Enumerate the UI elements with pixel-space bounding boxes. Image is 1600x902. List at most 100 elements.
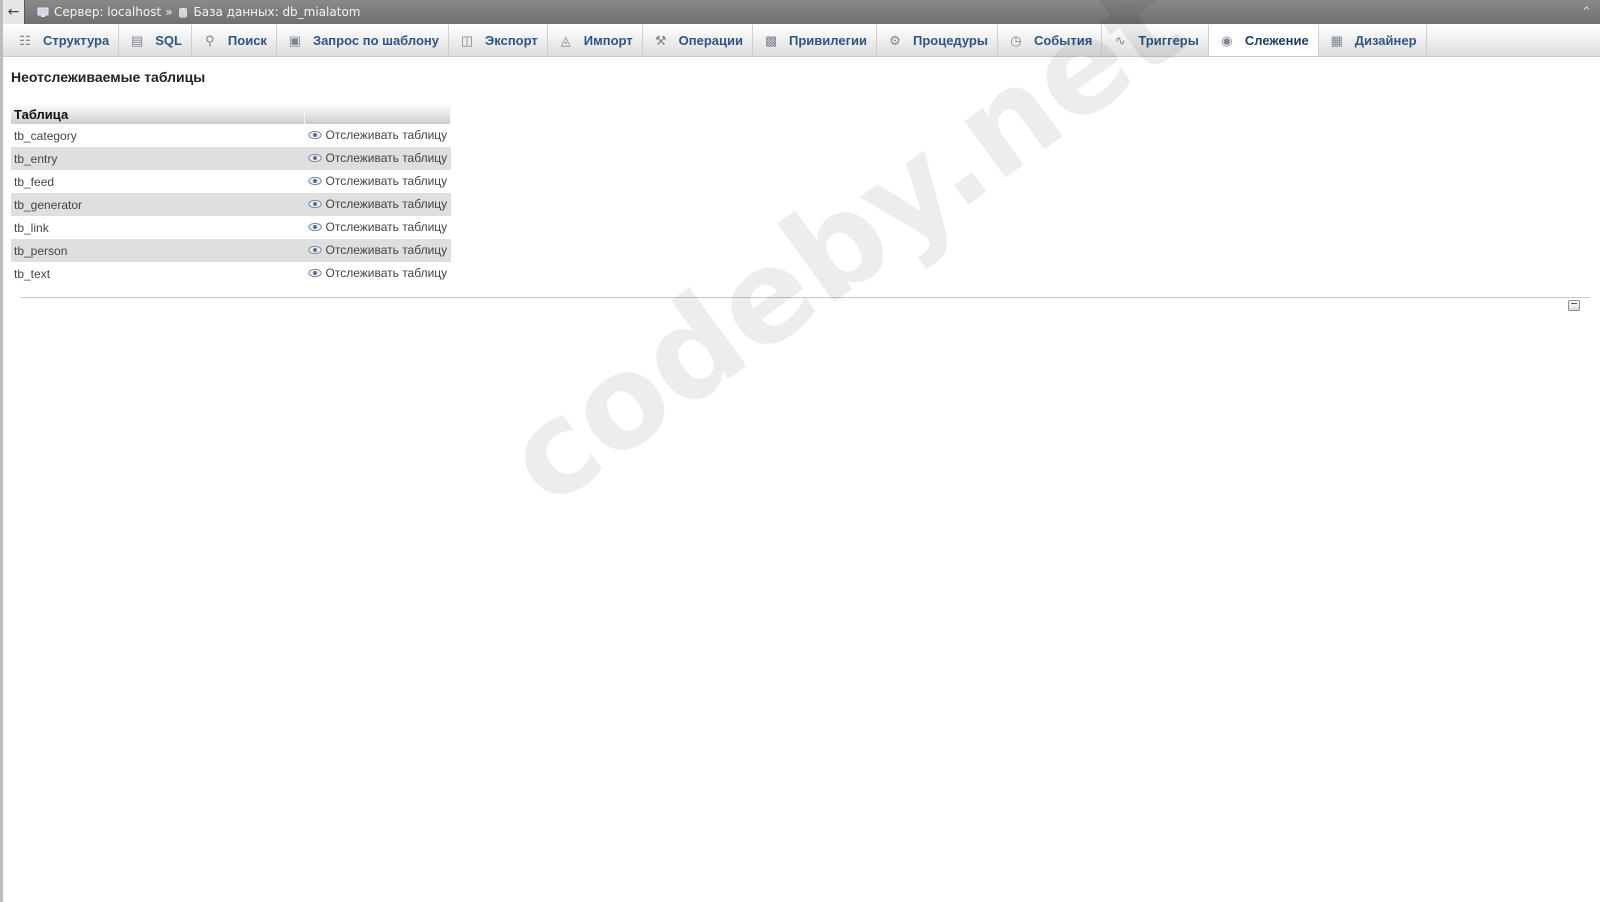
eye-icon: ◉ bbox=[1221, 32, 1233, 48]
structure-icon: ☷ bbox=[19, 32, 31, 48]
eye-icon bbox=[307, 199, 322, 209]
action-cell: Отслеживать таблицу bbox=[304, 147, 451, 170]
section-divider bbox=[20, 297, 1590, 298]
action-cell: Отслеживать таблицу bbox=[304, 124, 451, 147]
action-cell: Отслеживать таблицу bbox=[304, 262, 451, 285]
breadcrumb: Сервер: localhost » База данных: db_mial… bbox=[37, 5, 360, 19]
table-name-cell: tb_link bbox=[11, 216, 305, 239]
table-row: tb_text Отслеживать таблицу bbox=[11, 262, 451, 285]
arrow-left-icon[interactable]: ← bbox=[3, 0, 25, 24]
track-table-link[interactable]: Отслеживать таблицу bbox=[307, 151, 448, 165]
track-table-label: Отслеживать таблицу bbox=[325, 128, 448, 142]
tab-10[interactable]: ∿ Триггеры bbox=[1102, 25, 1209, 56]
tab-label: Экспорт bbox=[485, 33, 538, 48]
import-icon: ◬ bbox=[560, 32, 571, 48]
tab-label: Поиск bbox=[227, 33, 267, 48]
table-name-cell: tb_text bbox=[11, 262, 305, 285]
track-table-link[interactable]: Отслеживать таблицу bbox=[307, 220, 448, 234]
table-name-cell: tb_feed bbox=[11, 170, 305, 193]
query-icon: ▣ bbox=[288, 32, 302, 48]
column-header-table: Таблица bbox=[11, 104, 305, 124]
table-row: tb_link Отслеживать таблицу bbox=[11, 216, 451, 239]
privileges-icon: ▩ bbox=[764, 32, 778, 48]
eye-icon bbox=[307, 268, 322, 278]
clock-icon: ◷ bbox=[1010, 32, 1022, 48]
tab-label: Операции bbox=[678, 33, 743, 48]
track-table-label: Отслеживать таблицу bbox=[325, 151, 448, 165]
tab-2[interactable]: ⚲ Поиск bbox=[192, 25, 277, 56]
tab-label: События bbox=[1033, 33, 1093, 48]
eye-icon bbox=[307, 245, 322, 255]
eye-icon bbox=[307, 176, 322, 186]
sql-icon: ▤ bbox=[131, 32, 144, 48]
table-row: tb_category Отслеживать таблицу bbox=[11, 124, 451, 147]
table-header-row: Таблица bbox=[11, 104, 451, 124]
tab-label: Дизайнер bbox=[1354, 33, 1417, 48]
page-title: Неотслеживаемые таблицы bbox=[11, 69, 206, 85]
breadcrumb-separator: » bbox=[165, 5, 173, 19]
action-cell: Отслеживать таблицу bbox=[304, 193, 451, 216]
track-table-label: Отслеживать таблицу bbox=[325, 220, 448, 234]
export-icon: ◫ bbox=[460, 32, 474, 48]
database-icon bbox=[178, 7, 187, 18]
tab-5[interactable]: ◬ Импорт bbox=[548, 25, 643, 56]
track-table-link[interactable]: Отслеживать таблицу bbox=[307, 128, 448, 142]
chevron-up-icon[interactable]: ⌃ bbox=[1581, 5, 1592, 20]
table-name-cell: tb_category bbox=[11, 124, 305, 147]
tab-4[interactable]: ◫ Экспорт bbox=[449, 25, 548, 56]
tab-label: Импорт bbox=[583, 33, 633, 48]
action-cell: Отслеживать таблицу bbox=[304, 239, 451, 262]
tab-label: SQL bbox=[155, 33, 182, 48]
action-cell: Отслеживать таблицу bbox=[304, 170, 451, 193]
tab-7[interactable]: ▩ Привилегии bbox=[753, 25, 877, 56]
search-icon: ⚲ bbox=[205, 32, 215, 48]
tab-9[interactable]: ◷ События bbox=[998, 25, 1103, 56]
tab-label: Привилегии bbox=[789, 33, 867, 48]
breadcrumb-database-link[interactable]: База данных: db_mialatom bbox=[194, 5, 361, 19]
triggers-icon: ∿ bbox=[1114, 32, 1126, 48]
breadcrumb-bar: ← Сервер: localhost » База данных: db_mi… bbox=[3, 0, 1600, 24]
wrench-icon: ⚒ bbox=[654, 32, 667, 48]
table-row: tb_generator Отслеживать таблицу bbox=[11, 193, 451, 216]
tab-8[interactable]: ⚙ Процедуры bbox=[877, 25, 998, 56]
track-table-link[interactable]: Отслеживать таблицу bbox=[307, 243, 448, 257]
table-row: tb_entry Отслеживать таблицу bbox=[11, 147, 451, 170]
table-name-cell: tb_generator bbox=[11, 193, 305, 216]
tracking-content: Неотслеживаемые таблицы Таблица tb_categ… bbox=[8, 57, 1600, 902]
breadcrumb-server-link[interactable]: Сервер: localhost bbox=[54, 5, 161, 19]
tab-label: Структура bbox=[43, 33, 110, 48]
track-table-label: Отслеживать таблицу bbox=[325, 197, 448, 211]
track-table-link[interactable]: Отслеживать таблицу bbox=[307, 266, 448, 280]
main-tabs: ☷ Структура ▤ SQL ⚲ Поиск ▣ Запрос по шаблону ◫ Э… bbox=[3, 25, 1600, 57]
eye-icon bbox=[307, 222, 322, 232]
action-cell: Отслеживать таблицу bbox=[304, 216, 451, 239]
page: ← Сервер: localhost » База данных: db_mi… bbox=[0, 0, 1600, 902]
tab-label: Запрос по шаблону bbox=[312, 33, 440, 48]
designer-icon: ▦ bbox=[1330, 32, 1343, 48]
tab-6[interactable]: ⚒ Операции bbox=[643, 25, 753, 56]
track-table-label: Отслеживать таблицу bbox=[325, 266, 448, 280]
table-name-cell: tb_entry bbox=[11, 147, 305, 170]
tab-12[interactable]: ▦ Дизайнер bbox=[1319, 25, 1427, 56]
tab-11[interactable]: ◉ Слежение bbox=[1208, 25, 1319, 56]
track-table-link[interactable]: Отслеживать таблицу bbox=[307, 174, 448, 188]
table-row: tb_feed Отслеживать таблицу bbox=[11, 170, 451, 193]
minimize-icon[interactable] bbox=[1568, 300, 1580, 311]
eye-icon bbox=[307, 130, 322, 140]
tab-0[interactable]: ☷ Структура bbox=[7, 25, 120, 56]
tab-label: Триггеры bbox=[1138, 33, 1199, 48]
track-table-link[interactable]: Отслеживать таблицу bbox=[307, 197, 448, 211]
table-row: tb_person Отслеживать таблицу bbox=[11, 239, 451, 262]
track-table-label: Отслеживать таблицу bbox=[325, 243, 448, 257]
tab-label: Процедуры bbox=[912, 33, 988, 48]
tab-3[interactable]: ▣ Запрос по шаблону bbox=[277, 25, 450, 56]
table-name-cell: tb_person bbox=[11, 239, 305, 262]
tab-1[interactable]: ▤ SQL bbox=[119, 25, 192, 56]
routines-icon: ⚙ bbox=[889, 32, 901, 48]
server-icon bbox=[37, 7, 49, 17]
tab-label: Слежение bbox=[1244, 33, 1309, 48]
column-header-action bbox=[304, 104, 451, 124]
track-table-label: Отслеживать таблицу bbox=[325, 174, 448, 188]
eye-icon bbox=[307, 153, 322, 163]
untracked-tables: Таблица tb_category Отслеживать таблицу tb… bbox=[11, 104, 451, 285]
